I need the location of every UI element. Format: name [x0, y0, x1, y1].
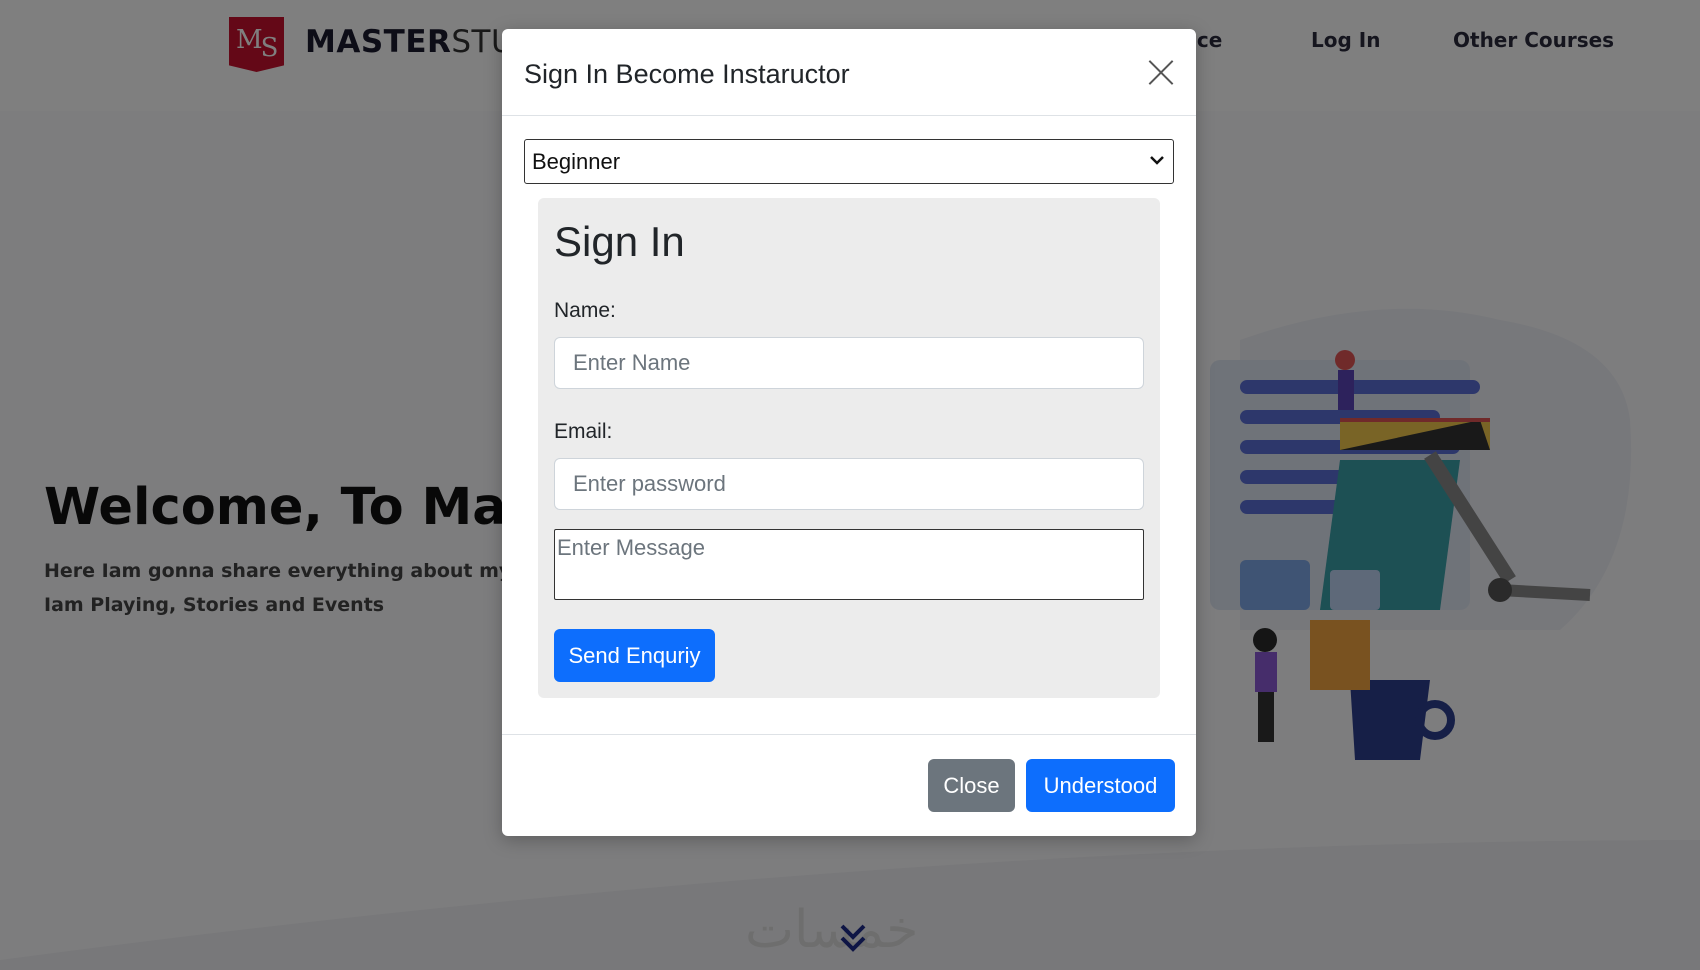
form-heading: Sign In: [554, 218, 685, 265]
name-label: Name:: [554, 299, 616, 322]
chevron-down-icon: [1150, 156, 1164, 165]
message-textarea[interactable]: [554, 529, 1144, 600]
enquiry-modal: Sign In Become Instaructor Beginner Sign…: [502, 29, 1196, 836]
level-select[interactable]: Beginner: [524, 139, 1174, 184]
signin-form-card: Sign In Name: Email: Send Enquriy: [538, 198, 1160, 698]
modal-header: Sign In Become Instaructor: [502, 29, 1196, 116]
email-input[interactable]: [554, 458, 1144, 510]
close-icon[interactable]: [1148, 59, 1174, 85]
close-button[interactable]: Close: [928, 759, 1015, 812]
name-input[interactable]: [554, 337, 1144, 389]
modal-footer: Close Understood: [502, 734, 1196, 836]
level-select-value: Beginner: [532, 149, 621, 174]
understood-button[interactable]: Understood: [1026, 759, 1175, 812]
send-enquiry-button[interactable]: Send Enquriy: [554, 629, 715, 682]
email-label: Email:: [554, 420, 613, 443]
modal-title: Sign In Become Instaructor: [524, 59, 850, 89]
